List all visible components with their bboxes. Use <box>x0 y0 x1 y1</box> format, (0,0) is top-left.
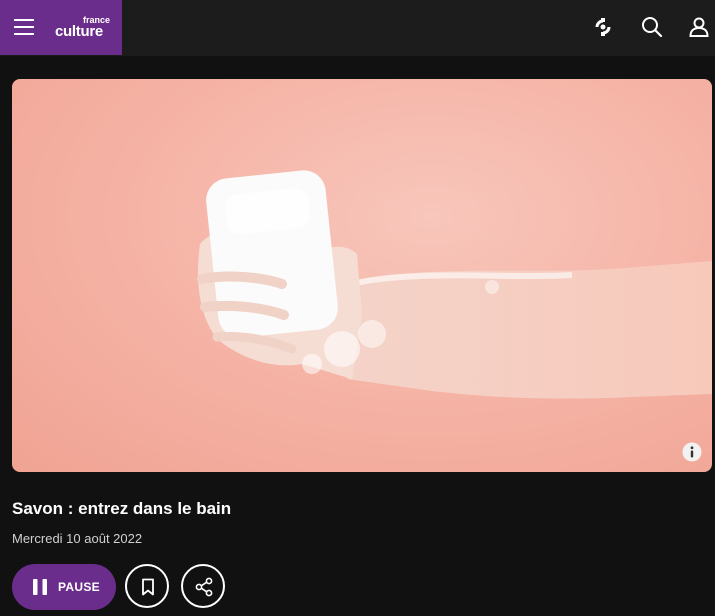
top-bar: france culture <box>0 0 715 56</box>
soap-hand-illustration <box>197 170 712 399</box>
pause-button[interactable]: PAUSE <box>12 564 116 610</box>
episode-title: Savon : entrez dans le bain <box>12 499 232 518</box>
brand-block: france culture <box>0 0 122 55</box>
logo-big-text: culture <box>55 23 103 40</box>
france-culture-logo[interactable]: france culture <box>55 16 115 42</box>
episode-hero-image <box>12 79 712 472</box>
menu-icon[interactable] <box>12 16 36 38</box>
bookmark-icon <box>142 578 154 596</box>
radio-live-icon[interactable] <box>591 15 615 39</box>
search-icon[interactable] <box>640 15 664 39</box>
share-icon <box>195 577 213 597</box>
pause-icon <box>33 579 47 595</box>
episode-date: Mercredi 10 août 2022 <box>12 531 143 546</box>
bookmark-button[interactable] <box>125 564 169 608</box>
user-icon[interactable] <box>687 15 711 39</box>
share-button[interactable] <box>181 564 225 608</box>
pause-label: PAUSE <box>58 580 100 594</box>
image-info-icon[interactable] <box>682 442 702 462</box>
